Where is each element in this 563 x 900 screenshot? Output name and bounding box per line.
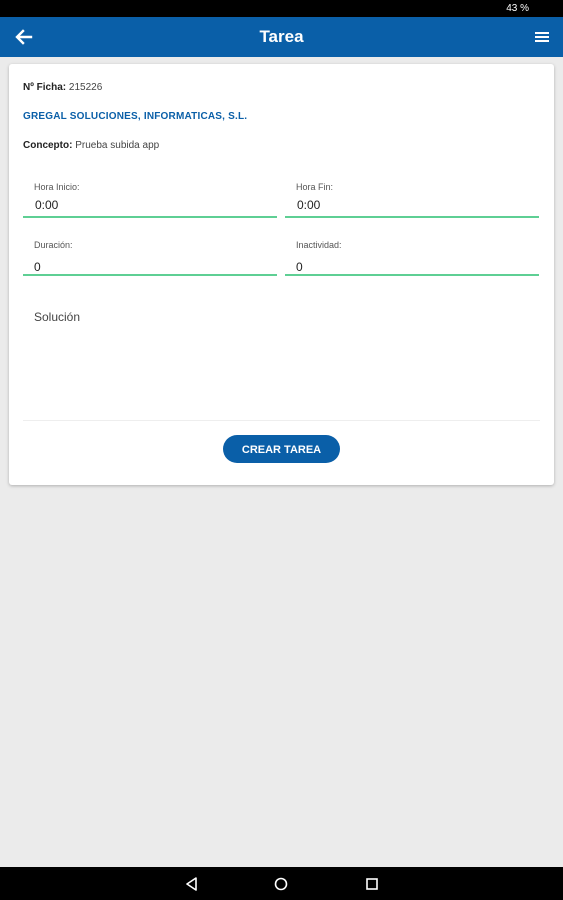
hora-fin-field[interactable]: Hora Fin: 0:00	[285, 176, 539, 218]
solucion-textarea[interactable]: Solución	[34, 310, 80, 324]
ficha-value: 215226	[68, 82, 103, 93]
status-bar: 43 %	[0, 0, 563, 17]
hamburger-menu-icon[interactable]	[533, 28, 551, 46]
circle-home-icon[interactable]	[273, 876, 289, 892]
duracion-value[interactable]: 0	[34, 260, 41, 274]
crear-tarea-button[interactable]: CREAR TAREA	[223, 435, 340, 463]
duracion-field[interactable]: Duración: 0	[23, 234, 277, 276]
hora-inicio-value[interactable]: 0:00	[35, 198, 58, 212]
task-card: Nº Ficha: 215226 GREGAL SOLUCIONES, INFO…	[9, 64, 554, 485]
company-name: GREGAL SOLUCIONES, INFORMATICAS, S.L.	[23, 111, 248, 122]
hora-fin-label: Hora Fin:	[296, 182, 334, 192]
hora-inicio-label: Hora Inicio:	[34, 182, 80, 192]
ficha-row: Nº Ficha: 215226	[23, 82, 102, 93]
concepto-value: Prueba subida app	[75, 140, 160, 151]
hora-fin-value[interactable]: 0:00	[297, 198, 320, 212]
triangle-back-icon[interactable]	[184, 876, 200, 892]
app-bar: Tarea	[0, 17, 563, 57]
square-recents-icon[interactable]	[364, 876, 380, 892]
inactividad-field[interactable]: Inactividad: 0	[285, 234, 539, 276]
duracion-label: Duración:	[34, 240, 73, 250]
concepto-label: Concepto:	[23, 140, 73, 151]
battery-level: 43 %	[506, 3, 529, 14]
inactividad-value[interactable]: 0	[296, 260, 303, 274]
divider	[23, 420, 540, 421]
ficha-label: Nº Ficha:	[23, 82, 67, 93]
hora-inicio-field[interactable]: Hora Inicio: 0:00	[23, 176, 277, 218]
system-nav-bar	[0, 867, 563, 900]
inactividad-label: Inactividad:	[296, 240, 342, 250]
concepto-row: Concepto: Prueba subida app	[23, 140, 159, 151]
page-title: Tarea	[259, 27, 304, 46]
